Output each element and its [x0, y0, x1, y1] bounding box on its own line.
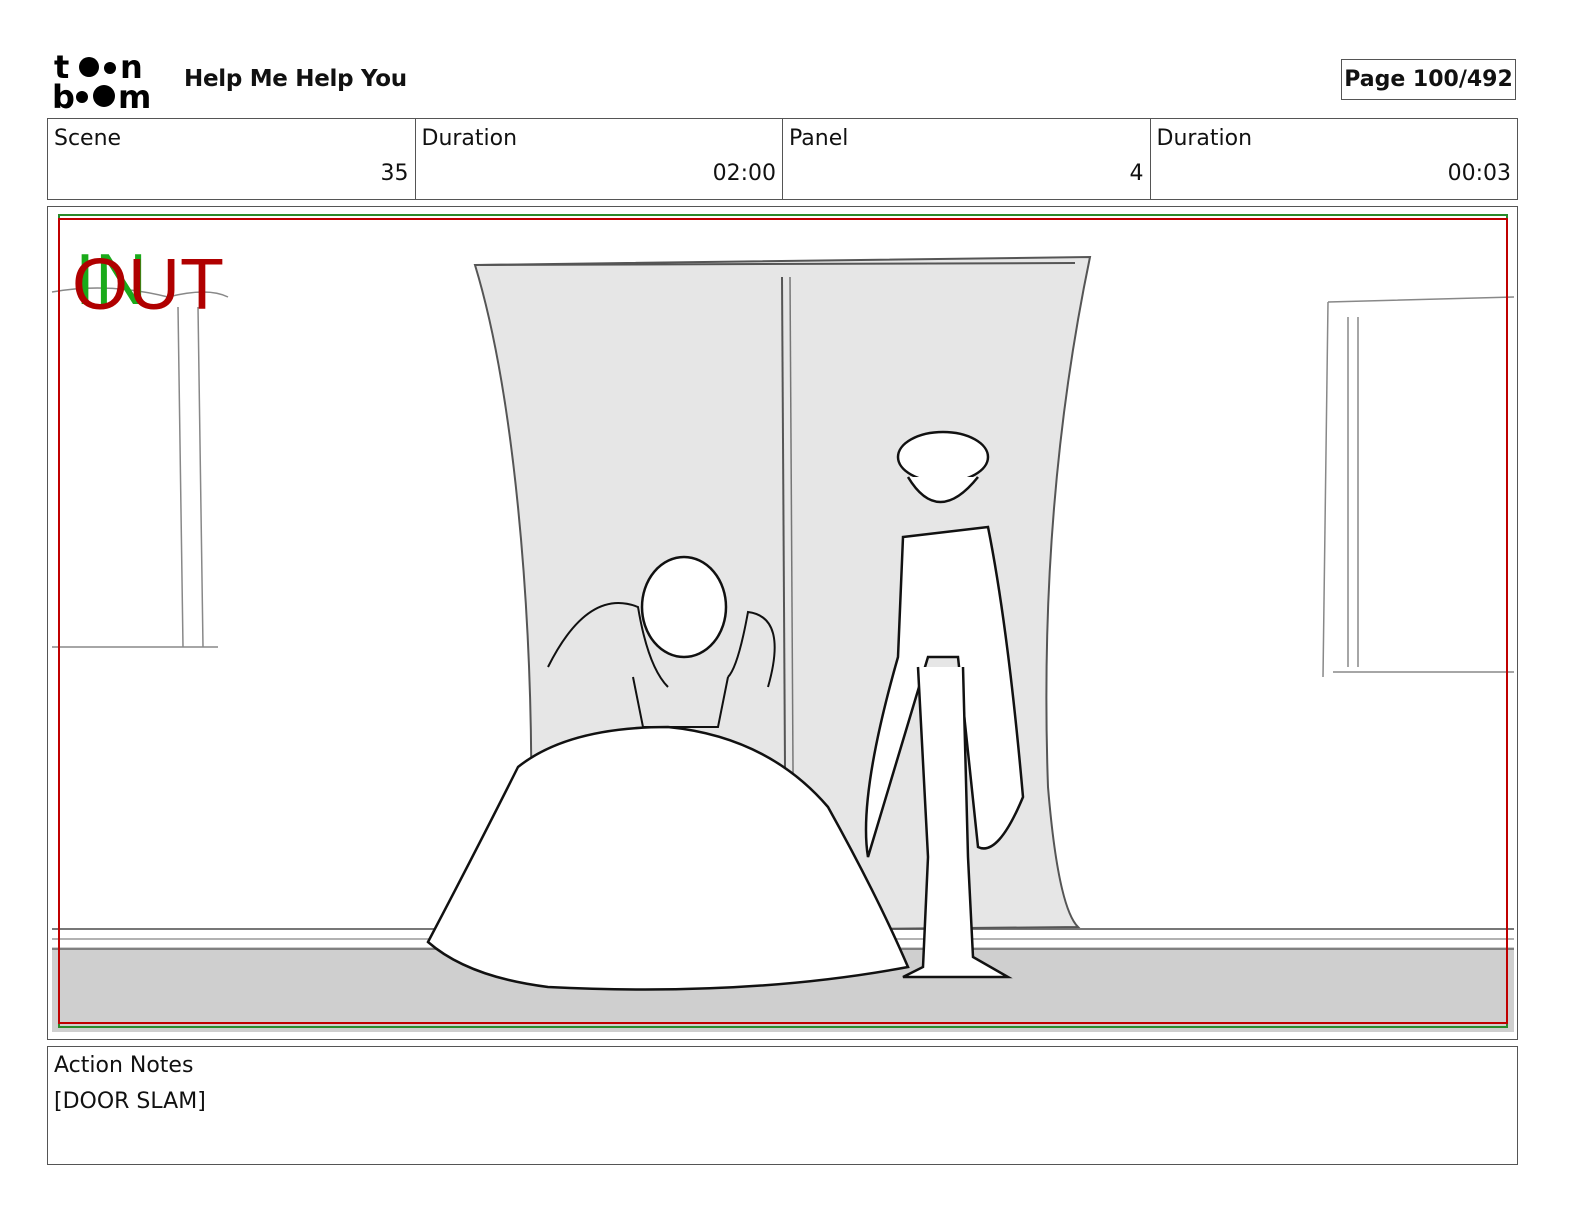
svg-text:m: m: [118, 78, 151, 112]
scene-cell: Scene 35: [48, 119, 416, 199]
princess-head: [640, 555, 728, 659]
panel-cell: Panel 4: [783, 119, 1151, 199]
toon-boom-logo: t n b m: [52, 50, 151, 112]
scene-value: 35: [380, 161, 409, 186]
page-indicator: Page 100/492: [1341, 59, 1516, 100]
soldier-hat: [896, 430, 990, 484]
panel-duration-label: Duration: [1156, 126, 1253, 151]
project-title: Help Me Help You: [184, 66, 407, 92]
panel-label: Panel: [789, 126, 849, 151]
panel-value: 4: [1129, 161, 1144, 186]
panel-duration-cell: Duration 00:03: [1151, 119, 1518, 199]
action-notes: Action Notes [DOOR SLAM]: [47, 1046, 1518, 1165]
storyboard-panel: IN OUT: [47, 206, 1518, 1040]
action-notes-text: [DOOR SLAM]: [54, 1089, 206, 1114]
panel-info-table: Scene 35 Duration 02:00 Panel 4 Duration…: [47, 118, 1518, 200]
action-notes-label: Action Notes: [54, 1053, 194, 1078]
out-marker: OUT: [72, 245, 224, 325]
panel-duration-value: 00:03: [1447, 161, 1511, 186]
svg-text:b: b: [52, 78, 75, 112]
panel-sketch: IN OUT: [51, 214, 1515, 1032]
scene-label: Scene: [54, 126, 122, 151]
scene-duration-value: 02:00: [712, 161, 776, 186]
scene-duration-cell: Duration 02:00: [416, 119, 783, 199]
scene-duration-label: Duration: [421, 126, 518, 151]
